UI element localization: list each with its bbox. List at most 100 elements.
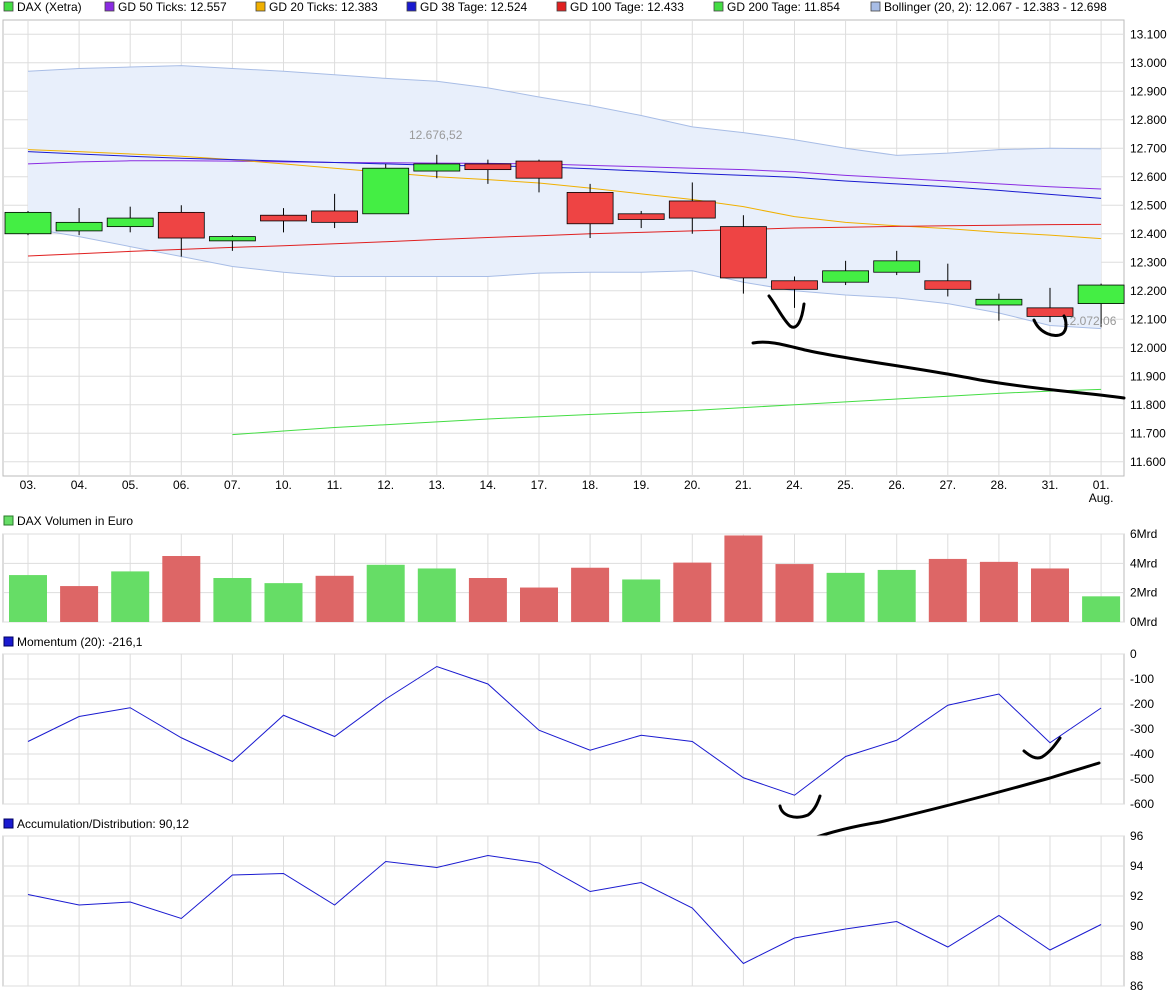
candle-body bbox=[1077, 284, 1125, 304]
momentum-panel: Momentum (20): -216,1 -600 -500 -400 -300 -2… bbox=[2, 635, 1154, 842]
volume-bar bbox=[315, 575, 354, 622]
date-label: 06. bbox=[173, 478, 190, 492]
candle-body bbox=[208, 236, 256, 242]
volume-bar bbox=[928, 558, 967, 622]
date-label: 18. bbox=[582, 478, 599, 492]
price-tick-label: 12.600 bbox=[1130, 170, 1167, 184]
candle-body bbox=[873, 260, 921, 273]
volume-bar bbox=[724, 535, 763, 622]
date-label: 04. bbox=[71, 478, 88, 492]
price-tick-label: 11.700 bbox=[1130, 426, 1166, 440]
candle-body bbox=[617, 213, 665, 220]
candle-body bbox=[515, 160, 563, 179]
price-tick-label: 11.900 bbox=[1130, 369, 1166, 383]
candle-body bbox=[566, 192, 614, 225]
candle-body bbox=[924, 280, 972, 290]
volume-bar bbox=[60, 586, 99, 622]
date-sublabel: Aug. bbox=[1089, 491, 1114, 505]
candle bbox=[4, 210, 52, 236]
volume-bar bbox=[111, 571, 150, 622]
legend-swatch-6 bbox=[870, 1, 881, 12]
legend-label-0: DAX (Xetra) bbox=[17, 0, 82, 14]
legend-swatch-4 bbox=[556, 1, 567, 12]
date-label: 28. bbox=[991, 478, 1008, 492]
ad-legend-swatch bbox=[3, 818, 14, 829]
volume-bar bbox=[673, 562, 712, 622]
volume-legend-swatch bbox=[3, 515, 14, 526]
volume-y-axis: 0Mrd 2Mrd 4Mrd 6Mrd bbox=[1130, 527, 1157, 629]
date-label: 19. bbox=[633, 478, 650, 492]
legend-swatch-0 bbox=[3, 1, 14, 12]
legend: DAX (Xetra) GD 50 Ticks: 12.557 GD 20 Tick… bbox=[3, 0, 1107, 14]
price-tick-label: 12.900 bbox=[1130, 84, 1167, 98]
candle-body bbox=[4, 211, 52, 235]
momentum-tick-label: -400 bbox=[1130, 747, 1154, 761]
volume-bar bbox=[571, 567, 610, 622]
date-label: 14. bbox=[480, 478, 497, 492]
price-tick-label: 12.100 bbox=[1130, 312, 1167, 326]
ad-tick-label: 92 bbox=[1130, 889, 1144, 903]
price-tick-label: 12.700 bbox=[1130, 141, 1167, 155]
volume-bar bbox=[213, 578, 252, 622]
date-axis: 03. 04. 05. 06. 07. 10. 11. 12. 13. 14. 17. 18. 19. 2… bbox=[20, 478, 1114, 505]
volume-bar bbox=[417, 568, 456, 622]
legend-label-5: GD 200 Tage: 11.854 bbox=[727, 0, 840, 14]
momentum-tick-label: -300 bbox=[1130, 722, 1154, 736]
volume-bar bbox=[9, 575, 47, 622]
candle-body bbox=[822, 270, 869, 283]
date-label: 20. bbox=[684, 478, 701, 492]
date-label: 11. bbox=[327, 478, 343, 492]
momentum-legend-swatch bbox=[3, 636, 14, 647]
candle-body bbox=[311, 210, 359, 223]
volume-bar bbox=[468, 578, 507, 622]
candle-body bbox=[106, 217, 154, 228]
volume-bar bbox=[826, 572, 865, 622]
price-tick-label: 11.800 bbox=[1130, 398, 1166, 412]
momentum-y-axis: -600 -500 -400 -300 -200 -100 0 bbox=[1130, 647, 1154, 811]
legend-label-1: GD 50 Ticks: 12.557 bbox=[118, 0, 227, 14]
date-label: 21. bbox=[735, 478, 752, 492]
ad-tick-label: 94 bbox=[1130, 859, 1144, 873]
volume-tick-label: 0Mrd bbox=[1130, 615, 1157, 629]
ad-panel-frame bbox=[2, 835, 1125, 987]
volume-bar bbox=[622, 579, 661, 622]
ad-tick-label: 90 bbox=[1130, 919, 1144, 933]
volume-bar bbox=[775, 564, 814, 622]
candle-body bbox=[771, 280, 818, 290]
volume-bar bbox=[366, 564, 405, 622]
ad-y-axis: 86 88 90 92 94 96 bbox=[1130, 829, 1144, 993]
candle-body bbox=[413, 163, 461, 172]
ad-tick-label: 96 bbox=[1130, 829, 1144, 843]
volume-bar bbox=[264, 583, 303, 622]
candle-body bbox=[260, 214, 307, 222]
candle-body bbox=[464, 163, 512, 171]
legend-swatch-3 bbox=[406, 1, 417, 12]
date-label: 12. bbox=[377, 478, 394, 492]
date-label: 01. bbox=[1093, 478, 1110, 492]
legend-swatch-2 bbox=[255, 1, 266, 12]
candle-body bbox=[157, 211, 205, 239]
date-label: 07. bbox=[224, 478, 241, 492]
volume-panel: DAX Volumen in Euro 0Mrd 2Mrd 4Mrd 6Mrd bbox=[2, 514, 1157, 629]
momentum-tick-label: 0 bbox=[1130, 647, 1137, 661]
volume-title: DAX Volumen in Euro bbox=[17, 514, 133, 528]
price-tick-label: 11.600 bbox=[1130, 455, 1166, 469]
ad-panel: Accumulation/Distribution: 90,12 86 88 90 9… bbox=[2, 817, 1144, 993]
price-tick-label: 12.800 bbox=[1130, 113, 1167, 127]
price-panel: 11.600 11.700 11.800 11.900 12.000 12.100 12.2… bbox=[2, 19, 1167, 477]
date-label: 13. bbox=[428, 478, 445, 492]
low-annotation: 12.072,06 bbox=[1063, 314, 1117, 328]
momentum-title: Momentum (20): -216,1 bbox=[17, 635, 143, 649]
date-label: 31. bbox=[1042, 478, 1059, 492]
price-tick-label: 12.200 bbox=[1130, 284, 1167, 298]
date-label: 05. bbox=[122, 478, 139, 492]
candle-body bbox=[362, 167, 410, 215]
legend-swatch-5 bbox=[713, 1, 724, 12]
volume-tick-label: 4Mrd bbox=[1130, 556, 1157, 570]
price-tick-label: 12.300 bbox=[1130, 255, 1167, 269]
ad-tick-label: 88 bbox=[1130, 949, 1144, 963]
price-tick-label: 12.000 bbox=[1130, 341, 1167, 355]
legend-label-4: GD 100 Tage: 12.433 bbox=[570, 0, 684, 14]
legend-label-3: GD 38 Tage: 12.524 bbox=[420, 0, 528, 14]
volume-bar bbox=[162, 556, 201, 622]
